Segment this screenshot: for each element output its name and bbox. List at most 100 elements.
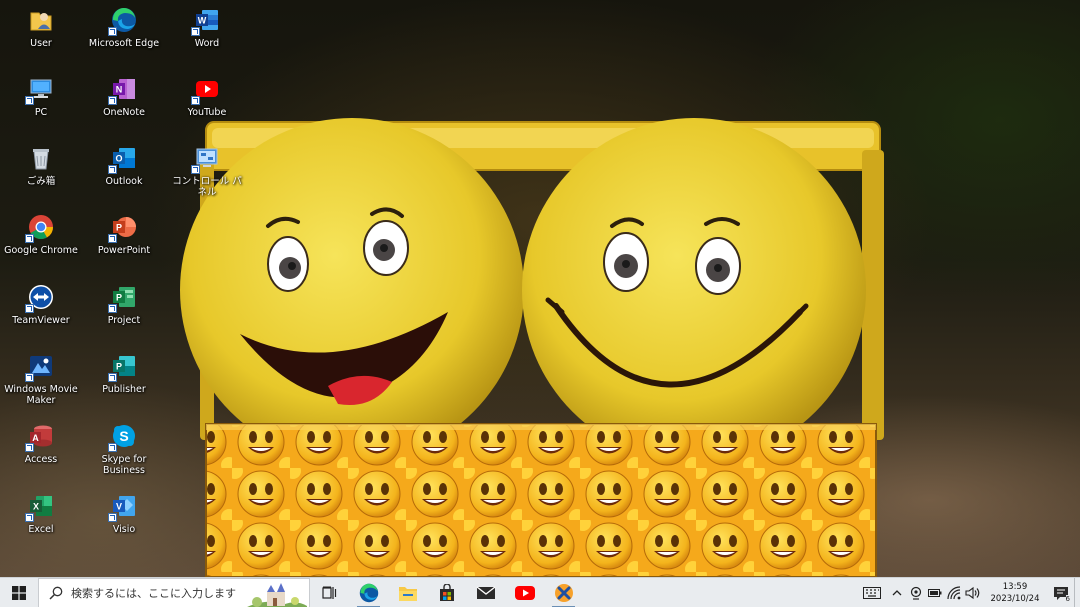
desktop-icon-label: Outlook [105,176,143,187]
desktop-icon-access[interactable]: A Access [2,422,80,465]
show-desktop-button[interactable] [1074,577,1080,607]
clock-date: 2023/10/24 [990,593,1040,604]
desktop-icon-chrome[interactable]: Google Chrome [2,213,80,256]
desktop-icon-label: Word [194,38,220,49]
clock-time: 13:59 [1002,581,1028,592]
desktop-icon-powerpoint[interactable]: P PowerPoint [85,213,163,256]
excel-icon: X [25,492,55,522]
taskbar-microsoft-store-button[interactable] [427,578,466,607]
user-folder-icon [27,6,55,34]
notification-count-badge: 6 [1065,594,1070,603]
desktop-icon-label: Excel [28,524,54,535]
desktop-icon-visio[interactable]: V Visio [85,492,163,535]
desktop-icon-label: Google Chrome [4,245,78,256]
svg-text:O: O [115,154,122,164]
taskbar-youtube-button[interactable] [505,578,544,607]
microsoft-store-icon [439,583,454,601]
wifi-icon [946,585,960,599]
desktop-icon-skype-for-business[interactable]: S Skype for Business [85,422,163,476]
desktop-icon-recycle-bin[interactable]: ごみ箱 [2,144,80,187]
powerpoint-icon: P [108,213,138,243]
volume-button[interactable] [963,578,982,607]
edge-icon [108,6,138,36]
battery-button[interactable] [925,578,944,607]
desktop-icon-label: YouTube [187,107,227,118]
desktop-icon-publisher[interactable]: P Publisher [85,352,163,395]
search-input[interactable]: 検索するには、ここに入力します [38,577,310,607]
movie-maker-icon [25,352,55,382]
desktop-icon-edge[interactable]: Microsoft Edge [85,6,163,49]
desktop-icon-excel[interactable]: X Excel [2,492,80,535]
desktop-icon-user[interactable]: User [2,6,80,49]
windows-logo-icon [12,585,26,600]
search-highlight-castle-icon [247,582,307,607]
taskbar-edge-button[interactable] [349,578,388,607]
search-icon [49,586,63,600]
desktop-icon-label: Microsoft Edge [88,38,160,49]
control-panel-icon [191,144,221,174]
desktop-icon-pc[interactable]: PC [2,75,80,118]
edge-icon [359,583,378,602]
webcam-icon [910,586,921,600]
desktop-icon-onenote[interactable]: N OneNote [85,75,163,118]
youtube-icon [514,585,535,600]
svg-text:X: X [33,502,39,512]
svg-text:P: P [116,293,122,303]
mail-icon [476,585,495,599]
svg-text:A: A [32,433,39,443]
publisher-icon: P [108,352,138,382]
file-explorer-icon [398,586,417,601]
battery-icon [927,588,941,597]
desktop-icon-teamviewer[interactable]: TeamViewer [2,283,80,326]
taskbar-mail-button[interactable] [466,578,505,607]
xampp-icon [554,583,573,602]
desktop-screen: User PC ごみ箱 Google Chrome TeamViewer Win… [0,0,1080,607]
desktop-icon-outlook[interactable]: O Outlook [85,144,163,187]
recycle-bin-icon [27,144,55,172]
clock[interactable]: 13:59 2023/10/24 [988,581,1042,605]
chrome-icon [25,213,55,243]
desktop-icon-label: User [30,38,52,49]
start-button[interactable] [0,578,38,607]
touch-keyboard-button[interactable] [857,578,887,607]
svg-text:P: P [116,362,122,372]
chevron-up-icon [892,589,901,595]
taskbar-xampp-button[interactable] [544,578,583,607]
desktop-icon-label: Publisher [102,384,146,395]
taskbar: 検索するには、ここに入力します 13:59 2023/10/24 6 [0,577,1080,607]
desktop-icon-word[interactable]: W Word [168,6,246,49]
access-icon: A [25,422,55,452]
taskbar-file-explorer-button[interactable] [388,578,427,607]
outlook-icon: O [108,144,138,174]
project-icon: P [108,283,138,313]
word-icon: W [191,6,221,36]
desktop-icon-label: OneNote [103,107,145,118]
system-tray: 13:59 2023/10/24 6 [857,577,1080,607]
desktop-icon-control-panel[interactable]: コントロール パネル [168,144,246,198]
svg-text:P: P [116,223,122,233]
desktop-icon-project[interactable]: P Project [85,283,163,326]
task-view-icon [321,586,336,599]
svg-text:S: S [119,428,128,444]
desktop-icon-label: Visio [112,524,136,535]
desktop-icon-label: PC [34,107,48,118]
desktop-icon-label: PowerPoint [97,245,151,256]
network-button[interactable] [944,578,963,607]
svg-text:V: V [116,502,122,512]
pc-icon [25,75,55,105]
desktop-icon-label: TeamViewer [12,315,70,326]
teamviewer-icon [25,283,55,313]
youtube-icon [191,75,221,105]
desktop-icon-movie-maker[interactable]: Windows Movie Maker [2,352,80,406]
keyboard-icon [863,586,881,599]
svg-text:N: N [116,85,123,95]
task-view-button[interactable] [310,578,349,607]
meet-now-button[interactable] [906,578,925,607]
desktop-icon-label: Access [24,454,58,465]
show-hidden-icons-button[interactable] [887,578,906,607]
search-placeholder: 検索するには、ここに入力します [71,586,236,600]
desktop-icon-youtube[interactable]: YouTube [168,75,246,118]
action-center-button[interactable]: 6 [1048,578,1074,607]
onenote-icon: N [108,75,138,105]
desktop-icon-label: ごみ箱 [26,176,56,187]
